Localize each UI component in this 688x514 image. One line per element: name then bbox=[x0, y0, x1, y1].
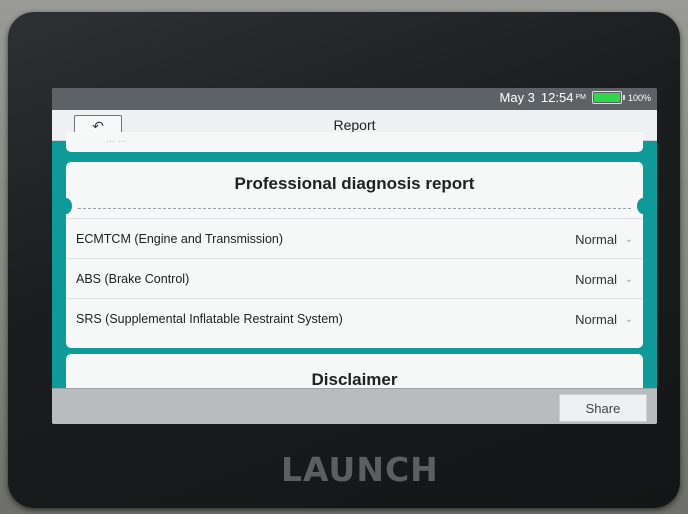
report-heading: Professional diagnosis report bbox=[234, 174, 475, 193]
diagnosis-report-card: Professional diagnosis report ECMTCM (En… bbox=[60, 162, 649, 348]
share-button[interactable]: Share bbox=[559, 394, 647, 422]
page-title: Report bbox=[333, 117, 376, 133]
previous-section-card: … … bbox=[66, 132, 643, 152]
chevron-down-icon[interactable]: ⌄ bbox=[625, 314, 633, 325]
system-name: ABS (Brake Control) bbox=[76, 272, 190, 286]
system-name: ECMTCM (Engine and Transmission) bbox=[76, 232, 284, 246]
system-status: Normal bbox=[575, 311, 617, 327]
status-ampm: PM bbox=[575, 94, 586, 101]
system-status: Normal bbox=[575, 231, 617, 247]
tablet-screen: May 3 12:54 PM 100% ↶ Report … … Profess… bbox=[52, 88, 657, 424]
status-bar: May 3 12:54 PM 100% bbox=[52, 88, 657, 110]
battery-icon bbox=[591, 91, 622, 104]
report-row-abs[interactable]: ABS (Brake Control) Normal ⌄ bbox=[66, 258, 643, 299]
status-time: 12:54 bbox=[540, 90, 574, 105]
system-name: SRS (Supplemental Inflatable Restraint S… bbox=[76, 312, 343, 326]
report-row-srs[interactable]: SRS (Supplemental Inflatable Restraint S… bbox=[66, 298, 643, 339]
previous-section-text: … … bbox=[106, 134, 127, 144]
system-status: Normal bbox=[575, 271, 617, 287]
chevron-down-icon[interactable]: ⌄ bbox=[625, 234, 633, 245]
report-row-ecmtcm[interactable]: ECMTCM (Engine and Transmission) Normal … bbox=[66, 218, 643, 259]
device-brand-logo: LAUNCH bbox=[281, 450, 439, 489]
bottom-action-bar: Share bbox=[52, 388, 657, 424]
dashed-divider bbox=[78, 208, 631, 209]
chevron-down-icon[interactable]: ⌄ bbox=[625, 274, 633, 285]
battery-percent: 100% bbox=[627, 92, 651, 103]
disclaimer-heading: Disclaimer bbox=[311, 370, 398, 389]
status-date: May 3 bbox=[499, 90, 535, 105]
